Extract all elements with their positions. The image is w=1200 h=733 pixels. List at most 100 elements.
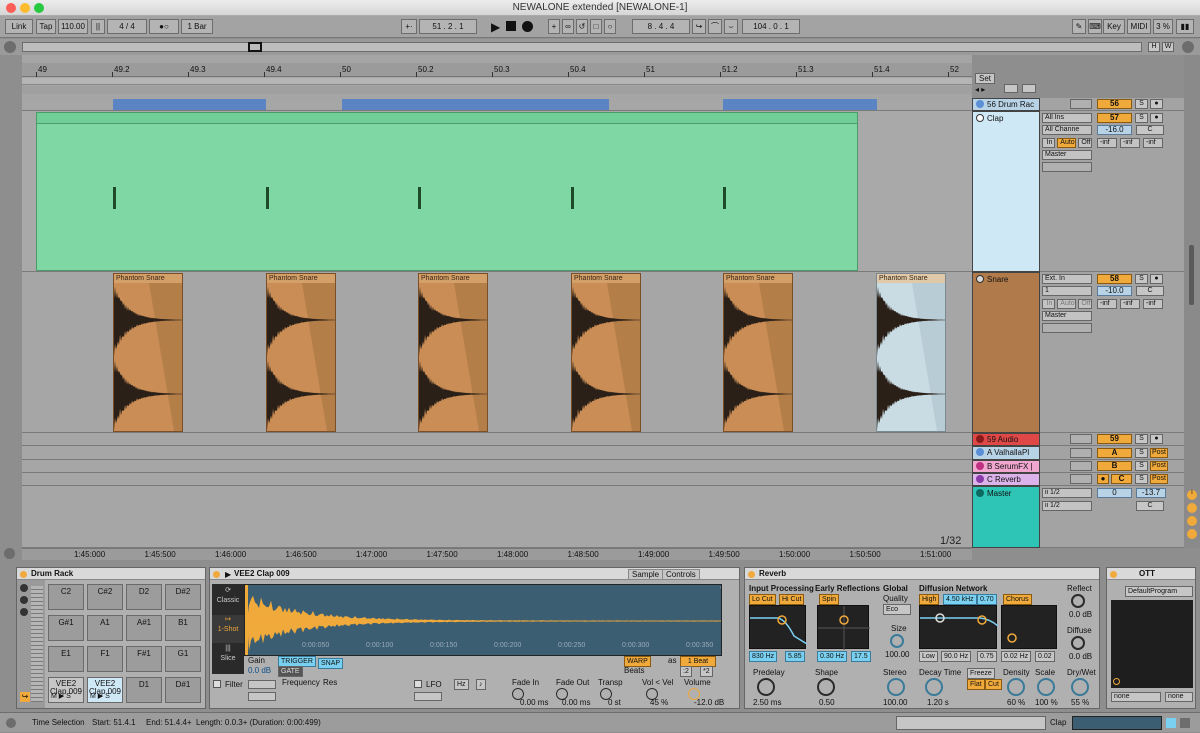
input-filter-width[interactable]: 5.85: [785, 651, 805, 662]
monitor-auto-button[interactable]: Auto: [1057, 138, 1076, 148]
size-value[interactable]: 100.00: [885, 650, 909, 659]
drum-pad[interactable]: D#1: [165, 677, 201, 703]
pad-mute-button[interactable]: M: [90, 693, 96, 700]
lfo-sync-button[interactable]: ♪: [476, 679, 486, 690]
drum-pad[interactable]: F1: [87, 646, 123, 672]
drum-pad[interactable]: G#1: [48, 615, 84, 641]
snare-audio-clip[interactable]: Phantom Snare: [876, 273, 946, 432]
midi-map-button[interactable]: MIDI: [1127, 19, 1151, 34]
drum-pad[interactable]: C2: [48, 584, 84, 610]
automation-toggle-icon[interactable]: [1004, 84, 1018, 93]
clap-lane[interactable]: [22, 111, 972, 272]
draw-mode-icon[interactable]: ✎: [1072, 19, 1086, 34]
chain-toggle-icon[interactable]: [20, 596, 28, 604]
spin-amount[interactable]: 17.5: [851, 651, 871, 662]
solo-button[interactable]: S: [1135, 113, 1148, 123]
drum-pad[interactable]: D2: [126, 584, 162, 610]
filter-toggle[interactable]: [213, 680, 221, 688]
pad-overview-grid[interactable]: [31, 586, 43, 702]
loop-bar[interactable]: [22, 78, 972, 85]
fold-icon[interactable]: [976, 275, 984, 283]
output-select[interactable]: Master: [1042, 150, 1092, 160]
punch-icon[interactable]: ○: [604, 19, 616, 34]
solo-button[interactable]: S: [1135, 274, 1148, 284]
flat-button[interactable]: Flat: [967, 679, 985, 690]
send-b-field[interactable]: -inf: [1120, 138, 1140, 148]
diffuse-value[interactable]: 0.0 dB: [1069, 652, 1092, 661]
master-lane[interactable]: 1/32: [22, 486, 972, 548]
drum-pad[interactable]: B1: [165, 615, 201, 641]
snare-audio-clip[interactable]: Phantom Snare: [266, 273, 336, 432]
reflect-knob[interactable]: [1071, 594, 1085, 608]
monitor-in-button[interactable]: In: [1042, 299, 1055, 309]
double-button[interactable]: *2: [700, 666, 713, 677]
fold-icon[interactable]: [976, 435, 984, 443]
device-activator-icon[interactable]: [1110, 571, 1117, 578]
send-a-field[interactable]: -inf: [1097, 299, 1117, 309]
track-header-drum-rack[interactable]: 56 Drum Rac: [972, 98, 1040, 111]
track-header-clap[interactable]: Clap: [972, 111, 1040, 272]
drum-pad[interactable]: D#2: [165, 584, 201, 610]
chorus-amount-field[interactable]: 0.02: [1035, 651, 1055, 662]
track-header-audio59[interactable]: 59 Audio: [972, 433, 1040, 446]
solo-button[interactable]: S: [1135, 448, 1148, 458]
detail-view-icon[interactable]: [1166, 718, 1176, 728]
locator-set-button[interactable]: Set: [975, 73, 996, 84]
midi-track-icon[interactable]: [1180, 718, 1190, 728]
mode-one-shot[interactable]: ↦ 1-Shot: [212, 615, 244, 643]
decay-time-value[interactable]: 1.20 s: [927, 698, 949, 707]
nudge-icon[interactable]: ||: [91, 19, 105, 34]
lfo-shape-select[interactable]: [414, 692, 442, 701]
snare-audio-clip[interactable]: Phantom Snare: [723, 273, 793, 432]
tab-controls[interactable]: Controls: [662, 569, 700, 580]
drum-pad[interactable]: G1: [165, 646, 201, 672]
pad-overview[interactable]: ↪: [17, 580, 45, 708]
scale-value[interactable]: 100 %: [1035, 698, 1058, 707]
loop-length-field[interactable]: 104 . 0 . 1: [742, 19, 800, 34]
pan-field[interactable]: C: [1136, 501, 1164, 511]
return-b-lane[interactable]: [22, 460, 972, 473]
automation-arm-icon[interactable]: ∞: [562, 19, 574, 34]
song-position-field[interactable]: 51 . 2 . 1: [419, 19, 477, 34]
snap-button[interactable]: SNAP: [318, 658, 344, 669]
locator-prev-next-icon[interactable]: ◂ ▸: [975, 85, 985, 94]
track-header-return-a[interactable]: A ValhallaPl: [972, 446, 1040, 460]
detail-toggle-icon[interactable]: [4, 548, 15, 559]
return-a-lane[interactable]: [22, 446, 972, 460]
track-activator[interactable]: B: [1097, 461, 1132, 471]
volume-field[interactable]: -10.0: [1097, 286, 1132, 296]
low-shelf-button[interactable]: Low: [919, 651, 938, 662]
volume-field[interactable]: -16.0: [1097, 125, 1132, 135]
predelay-knob[interactable]: [757, 678, 775, 696]
high-value-field[interactable]: 0.70: [977, 594, 997, 605]
pad-mute-button[interactable]: M: [51, 693, 57, 700]
overview-viewport[interactable]: [248, 42, 262, 52]
io-icon[interactable]: ↪: [20, 692, 30, 702]
browser-toggle-icon[interactable]: [1182, 41, 1194, 53]
post-button[interactable]: Post: [1150, 461, 1168, 471]
volume-value[interactable]: -12.0 dB: [694, 698, 724, 707]
reflect-value[interactable]: 0.0 dB: [1069, 610, 1092, 619]
chorus-display[interactable]: [1001, 605, 1057, 649]
minimize-window-icon[interactable]: [20, 3, 30, 13]
post-button[interactable]: Post: [1150, 474, 1168, 484]
midi-note[interactable]: [723, 187, 726, 209]
send-b-field[interactable]: -inf: [1120, 299, 1140, 309]
audio59-lane[interactable]: [22, 433, 972, 446]
send-c-field[interactable]: -inf: [1143, 299, 1163, 309]
midi-note[interactable]: [113, 187, 116, 209]
drum-pad[interactable]: VEE2 Clap 009 M ▶ S: [48, 677, 84, 703]
drum-pad[interactable]: A#1: [126, 615, 162, 641]
fade-out-value[interactable]: 0.00 ms: [562, 698, 590, 707]
track-activator[interactable]: 58: [1097, 274, 1132, 284]
decay-time-knob[interactable]: [925, 678, 943, 696]
drum-rack-clip[interactable]: [342, 99, 609, 110]
follow-icon[interactable]: +·: [401, 19, 417, 34]
track-header-return-b[interactable]: B SerumFX |: [972, 460, 1040, 473]
device-activator-icon[interactable]: [213, 571, 220, 578]
capture-icon[interactable]: ↺: [576, 19, 588, 34]
key-map-button[interactable]: Key: [1103, 19, 1125, 34]
punch-in-icon[interactable]: ⌒: [708, 19, 722, 34]
fold-icon[interactable]: [976, 114, 984, 122]
output-channel-select[interactable]: [1042, 323, 1092, 333]
